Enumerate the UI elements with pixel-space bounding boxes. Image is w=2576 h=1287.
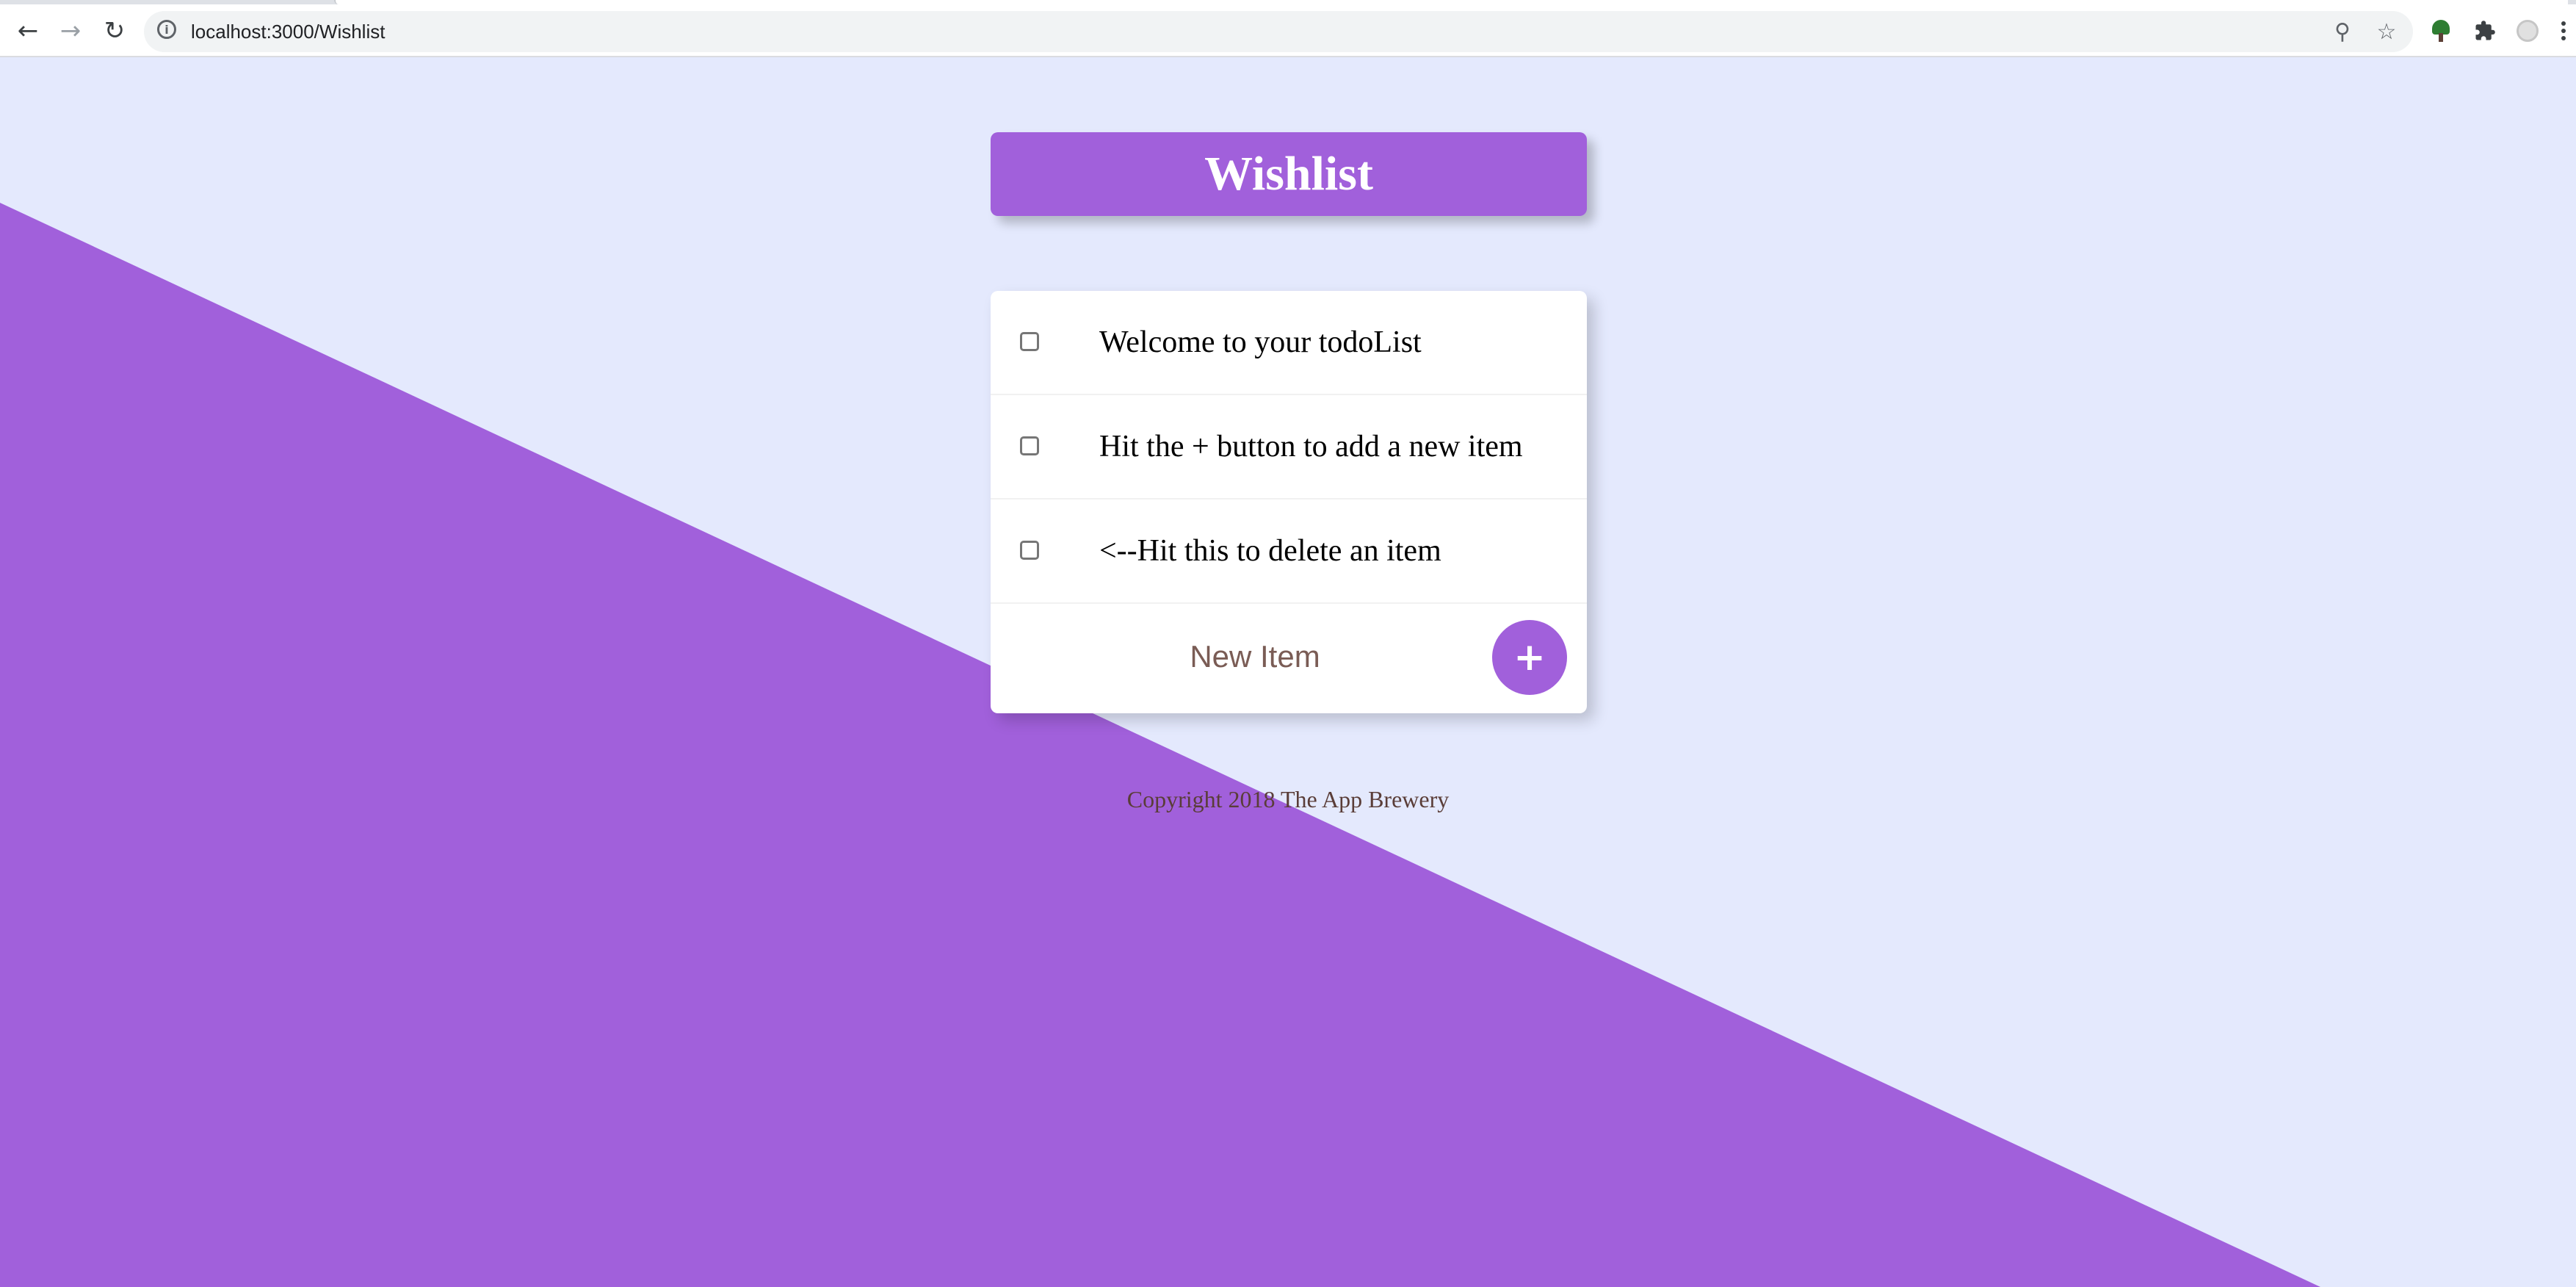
new-item-form: + [991,604,1587,712]
reload-icon: ↻ [104,16,126,46]
tree-icon[interactable] [2425,15,2457,47]
item-label: <--Hit this to delete an item [1099,534,1441,568]
add-item-button[interactable]: + [1492,620,1567,695]
new-item-input[interactable] [1101,630,1409,683]
page-title: Wishlist [1204,147,1373,201]
heading-box: Wishlist [991,132,1587,216]
kebab-menu-icon[interactable] [2554,15,2573,47]
url-text[interactable]: localhost:3000/Wishlist [191,21,385,43]
tab-strip [0,0,2576,4]
reload-button[interactable]: ↻ [98,15,131,47]
puzzle-icon[interactable] [2469,15,2501,47]
back-button[interactable]: ← [12,15,44,47]
page-content: Wishlist Welcome to your todoList Hit th… [0,57,2576,1287]
profile-icon[interactable] [2511,15,2544,47]
arrow-left-icon: ← [17,16,39,46]
list-item: Welcome to your todoList [991,291,1587,395]
item-checkbox[interactable] [1020,541,1039,560]
footer-copyright: Copyright 2018 The App Brewery [1126,786,1450,812]
item-label: Welcome to your todoList [1099,325,1422,359]
list-item: Hit the + button to add a new item [991,395,1587,500]
item-checkbox[interactable] [1020,436,1039,455]
address-bar[interactable]: i localhost:3000/Wishlist ⚲ ☆ [144,11,2413,52]
star-icon[interactable]: ☆ [2372,17,2401,46]
browser-toolbar: ← → ↻ i localhost:3000/Wishlist ⚲ ☆ [0,0,2576,57]
arrow-right-icon: → [59,16,82,46]
info-icon[interactable]: i [157,20,176,39]
item-checkbox[interactable] [1020,332,1039,351]
zoom-icon[interactable]: ⚲ [2328,17,2357,46]
forward-button[interactable]: → [54,15,87,47]
item-label: Hit the + button to add a new item [1099,430,1523,464]
todo-list: Welcome to your todoList Hit the + butto… [991,291,1587,713]
active-tab-edge [334,0,2568,4]
list-item: <--Hit this to delete an item [991,500,1587,604]
